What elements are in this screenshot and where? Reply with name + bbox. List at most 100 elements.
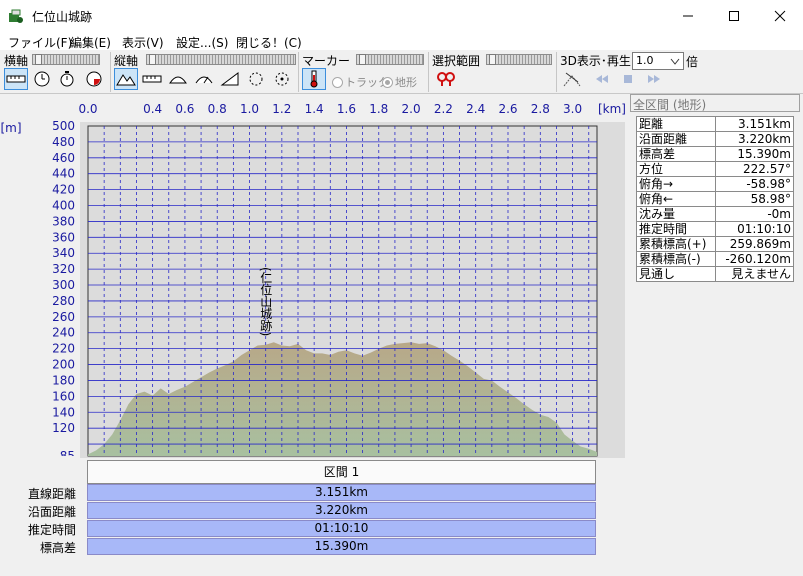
section-header[interactable]: 区間 1: [87, 460, 596, 484]
stats-value: 222.57°: [715, 161, 794, 177]
ruler-icon: [142, 75, 162, 83]
menu-close[interactable]: 閉じる！(C): [236, 34, 302, 51]
close-icon: [774, 10, 786, 22]
section-row-label: 沿面距離: [27, 505, 76, 519]
peak-annotation: (仁位山城跡): [259, 267, 273, 336]
vertical-pace-button[interactable]: [192, 68, 216, 90]
stats-row: 標高差 15.390m: [635, 146, 794, 162]
y-tick-label: 300: [52, 278, 75, 292]
vertical-elevation-button[interactable]: [114, 68, 138, 90]
toolbar-separator: [556, 52, 557, 92]
toolbar-separator: [110, 52, 111, 92]
3d-view-button[interactable]: [560, 68, 584, 90]
fast-forward-button[interactable]: [642, 68, 666, 90]
y-tick-label: 220: [52, 342, 75, 356]
stats-label: 標高差: [635, 146, 717, 162]
stats-label: 見通し: [635, 266, 717, 282]
section-row-value: 15.390m: [87, 538, 596, 555]
y-tick-label: 140: [52, 405, 75, 419]
playback-label: 3D表示･再生: [560, 54, 631, 68]
axis-speed-button[interactable]: [82, 68, 106, 90]
y-tick-label: 120: [52, 421, 75, 435]
selection-slider[interactable]: [486, 54, 552, 65]
close-button[interactable]: [757, 0, 803, 32]
mountain-icon: [116, 74, 136, 86]
rewind-button[interactable]: [590, 68, 614, 90]
title-bar: 仁位山城跡: [0, 0, 803, 32]
vertical-ruler-button[interactable]: [140, 68, 164, 90]
stats-row: 累積標高(-) -260.120m: [635, 251, 794, 267]
elevation-chart[interactable]: 500 480 460 440 420 400380 360 340 320 300 280 260 2…: [0, 96, 628, 458]
radio-track-circle[interactable]: [332, 76, 343, 88]
vertical-cadence-button[interactable]: [270, 68, 294, 90]
y-tick-label: 340: [52, 246, 75, 260]
axis-time-button[interactable]: [30, 68, 54, 90]
stats-label: 俯角→: [635, 176, 717, 192]
vertical-angle-button[interactable]: [218, 68, 242, 90]
x-tick-label: 1.8: [369, 102, 388, 116]
menu-bar: ファイル(F) 編集(E) 表示(V) 設定...(S) 閉じる！(C): [0, 32, 803, 50]
stats-value: -58.98°: [715, 176, 794, 192]
stats-label: 累積標高(+): [635, 236, 717, 252]
x-tick-label: 1.2: [272, 102, 291, 116]
stats-row: 俯角→ -58.98°: [635, 176, 794, 192]
vertical-axis-slider[interactable]: [146, 54, 296, 65]
x-tick-label: 0.6: [175, 102, 194, 116]
y-tick-label: 160: [52, 389, 75, 403]
playback-speed-select[interactable]: 1.0: [632, 52, 684, 70]
x-tick-label: 1.0: [240, 102, 259, 116]
axis-timer-button[interactable]: [56, 68, 80, 90]
toolbar-separator: [298, 52, 299, 92]
stats-value: 見えません: [715, 266, 794, 282]
minimize-button[interactable]: [665, 0, 711, 32]
x-axis-unit: [km]: [598, 102, 626, 116]
section-row-label: 直線距離: [27, 487, 76, 501]
y-tick-label: 200: [52, 358, 75, 372]
y-tick-label: 500: [52, 119, 75, 133]
x-tick-label: 1.4: [305, 102, 324, 116]
vertical-heart-rate-button[interactable]: [244, 68, 268, 90]
menu-view[interactable]: 表示(V): [122, 34, 164, 51]
maximize-button[interactable]: [711, 0, 757, 32]
axis-distance-button[interactable]: [4, 68, 28, 90]
chevron-down-icon: [670, 58, 680, 65]
radio-terrain-circle[interactable]: [382, 76, 393, 88]
marker-slider[interactable]: [356, 54, 424, 65]
stats-table: 距離 3.151km 沿面距離 3.220km 標高差 15.390m 方位 222.57° 俯…: [635, 116, 794, 282]
vertical-gradient-button[interactable]: [166, 68, 190, 90]
radio-terrain[interactable]: 地形: [382, 74, 417, 90]
horizontal-axis-slider[interactable]: [32, 54, 100, 65]
fast-forward-icon: [648, 75, 660, 83]
marker-label: マーカー: [302, 54, 351, 68]
stats-row: 累積標高(+) 259.869m: [635, 236, 794, 252]
thermometer-icon: [310, 70, 318, 88]
stats-label: 沿面距離: [635, 131, 717, 147]
gauge-icon: [195, 76, 213, 84]
y-tick-label: 460: [52, 151, 75, 165]
x-tick-label: 2.2: [434, 102, 453, 116]
marker-button[interactable]: [302, 68, 326, 90]
selection-button[interactable]: [434, 68, 458, 90]
menu-settings[interactable]: 設定...(S): [176, 34, 228, 51]
target-icon: [249, 72, 263, 86]
y-tick-label: 260: [52, 310, 75, 324]
section-row-label: 標高差: [39, 541, 76, 555]
y-axis-unit: [m]: [0, 121, 21, 135]
slope-icon: [169, 76, 187, 84]
stop-icon: [624, 75, 632, 83]
menu-file[interactable]: ファイル(F): [8, 34, 72, 51]
section-row-value: 01:10:10: [87, 520, 596, 537]
menu-edit[interactable]: 編集(E): [70, 34, 111, 51]
app-icon: [9, 9, 23, 23]
x-tick-label: 0.4: [143, 102, 162, 116]
stats-row: 方位 222.57°: [635, 161, 794, 177]
stats-value: 01:10:10: [715, 221, 794, 237]
ruler-icon: [6, 75, 26, 83]
section-row-label: 推定時間: [27, 523, 76, 537]
angle-icon: [220, 72, 239, 86]
stop-button[interactable]: [616, 68, 640, 90]
y-tick-label: 420: [52, 183, 75, 197]
panel-header: 全区間 (地形): [630, 94, 800, 112]
x-tick-label: 2.0: [402, 102, 421, 116]
radio-track[interactable]: トラック: [332, 74, 389, 90]
